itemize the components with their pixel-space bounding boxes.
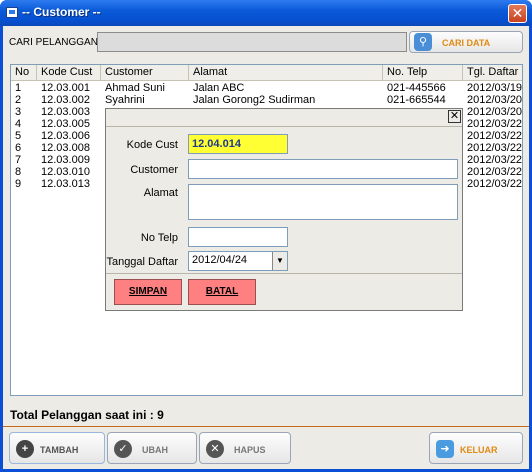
table-row[interactable]: 1 12.03.001 Ahmad Suni Jalan ABC 021-445566 2… — [11, 82, 522, 94]
alamat-field[interactable] — [188, 184, 458, 220]
table-cell: 12.03.001 — [41, 82, 90, 94]
dialog-button-divider — [106, 273, 462, 274]
tanggal-daftar-picker[interactable]: 2012/04/24 ▼ — [188, 251, 288, 271]
table-cell: 6 — [15, 142, 22, 154]
table-cell: 2 — [15, 94, 22, 106]
table-cell: 12.03.008 — [41, 142, 90, 154]
close-icon: ✕ — [511, 5, 524, 21]
table-cell: 9 — [15, 178, 22, 190]
table-cell: 12.03.013 — [41, 178, 90, 190]
no-telp-label: No Telp — [140, 232, 178, 244]
table-row[interactable]: 2 12.03.002 Syahrini Jalan Gorong2 Sudirman… — [11, 94, 522, 106]
delete-button[interactable]: ✕ HAPUS — [199, 432, 291, 464]
table-cell: 2012/03/22 — [467, 166, 523, 178]
footer-divider — [3, 426, 529, 427]
dialog-header: ✕ — [106, 109, 462, 125]
column-header-kode-cust[interactable]: Kode Cust — [37, 65, 101, 80]
table-cell: 12.03.005 — [41, 118, 90, 130]
check-circle-icon: ✓ — [114, 440, 132, 458]
table-cell: 4 — [15, 118, 22, 130]
kode-cust-label: Kode Cust — [126, 139, 178, 151]
search-input[interactable] — [97, 32, 407, 52]
table-cell: 2012/03/20 — [467, 94, 523, 106]
magnifier-icon: ⚲ — [414, 33, 432, 51]
window-icon — [6, 7, 18, 18]
close-button[interactable]: ✕ — [508, 4, 527, 23]
edit-button[interactable]: ✓ UBAH — [107, 432, 197, 464]
table-cell: 2012/03/22 — [467, 130, 523, 142]
table-cell: 021-445566 — [387, 82, 446, 94]
table-cell: 12.03.003 — [41, 106, 90, 118]
customer-field[interactable] — [188, 159, 458, 179]
column-header-tgl-daftar[interactable]: Tgl. Daftar — [463, 65, 522, 80]
save-button[interactable]: SIMPAN — [114, 279, 182, 305]
exit-button[interactable]: ➜ KELUAR — [429, 432, 523, 464]
table-cell: Jalan Gorong2 Sudirman — [193, 94, 316, 106]
table-header: No Kode Cust Customer Alamat No. Telp Tg… — [11, 65, 522, 81]
x-circle-icon: ✕ — [206, 440, 224, 458]
customer-form-dialog: ✕ Kode Cust Customer Alamat No Telp Tang… — [105, 108, 463, 311]
window-title: -- Customer -- — [22, 5, 101, 19]
table-cell: 2012/03/19 — [467, 82, 523, 94]
table-cell: 2012/03/22 — [467, 142, 523, 154]
table-cell: 2012/03/22 — [467, 178, 523, 190]
edit-button-label: UBAH — [142, 445, 168, 455]
chevron-down-icon[interactable]: ▼ — [272, 252, 287, 270]
customer-window: -- Customer -- ✕ CARI PELANGGAN ⚲ CARI D… — [0, 0, 532, 472]
table-cell: 2012/03/20 — [467, 106, 523, 118]
exit-button-label: KELUAR — [460, 445, 498, 455]
kode-cust-field[interactable] — [188, 134, 288, 154]
table-cell: Ahmad Suni — [105, 82, 165, 94]
delete-button-label: HAPUS — [234, 445, 266, 455]
table-cell: Jalan ABC — [193, 82, 245, 94]
alamat-label: Alamat — [143, 187, 178, 199]
total-customers-label: Total Pelanggan saat ini : 9 — [10, 408, 164, 422]
table-cell: 12.03.002 — [41, 94, 90, 106]
table-cell: 2012/03/22 — [467, 154, 523, 166]
add-button[interactable]: + TAMBAH — [9, 432, 105, 464]
table-cell: 7 — [15, 154, 22, 166]
table-cell: 1 — [15, 82, 22, 94]
column-header-customer[interactable]: Customer — [101, 65, 189, 80]
column-header-alamat[interactable]: Alamat — [189, 65, 383, 80]
table-cell: 8 — [15, 166, 22, 178]
search-label: CARI PELANGGAN — [9, 37, 98, 48]
table-cell: 5 — [15, 130, 22, 142]
table-cell: Syahrini — [105, 94, 145, 106]
search-button-label: CARI DATA — [442, 38, 491, 48]
title-bar[interactable]: -- Customer -- ✕ — [0, 0, 532, 26]
cancel-button[interactable]: BATAL — [188, 279, 256, 305]
tanggal-daftar-value: 2012/04/24 — [192, 254, 248, 266]
table-cell: 3 — [15, 106, 22, 118]
table-cell: 12.03.010 — [41, 166, 90, 178]
no-telp-field[interactable] — [188, 227, 288, 247]
tanggal-daftar-label: Tanggal Daftar — [106, 256, 178, 268]
arrow-right-icon: ➜ — [436, 440, 454, 458]
dialog-close-button[interactable]: ✕ — [448, 110, 461, 123]
plus-circle-icon: + — [16, 440, 34, 458]
dialog-divider — [106, 126, 462, 127]
table-cell: 12.03.006 — [41, 130, 90, 142]
search-button[interactable]: ⚲ CARI DATA — [409, 31, 523, 53]
table-cell: 021-665544 — [387, 94, 446, 106]
close-icon: ✕ — [449, 110, 460, 122]
customer-label: Customer — [130, 164, 178, 176]
client-area: CARI PELANGGAN ⚲ CARI DATA No Kode Cust … — [3, 26, 529, 469]
column-header-no-telp[interactable]: No. Telp — [383, 65, 463, 80]
table-cell: 12.03.009 — [41, 154, 90, 166]
table-cell: 2012/03/22 — [467, 118, 523, 130]
add-button-label: TAMBAH — [40, 445, 79, 455]
column-header-no[interactable]: No — [11, 65, 37, 80]
